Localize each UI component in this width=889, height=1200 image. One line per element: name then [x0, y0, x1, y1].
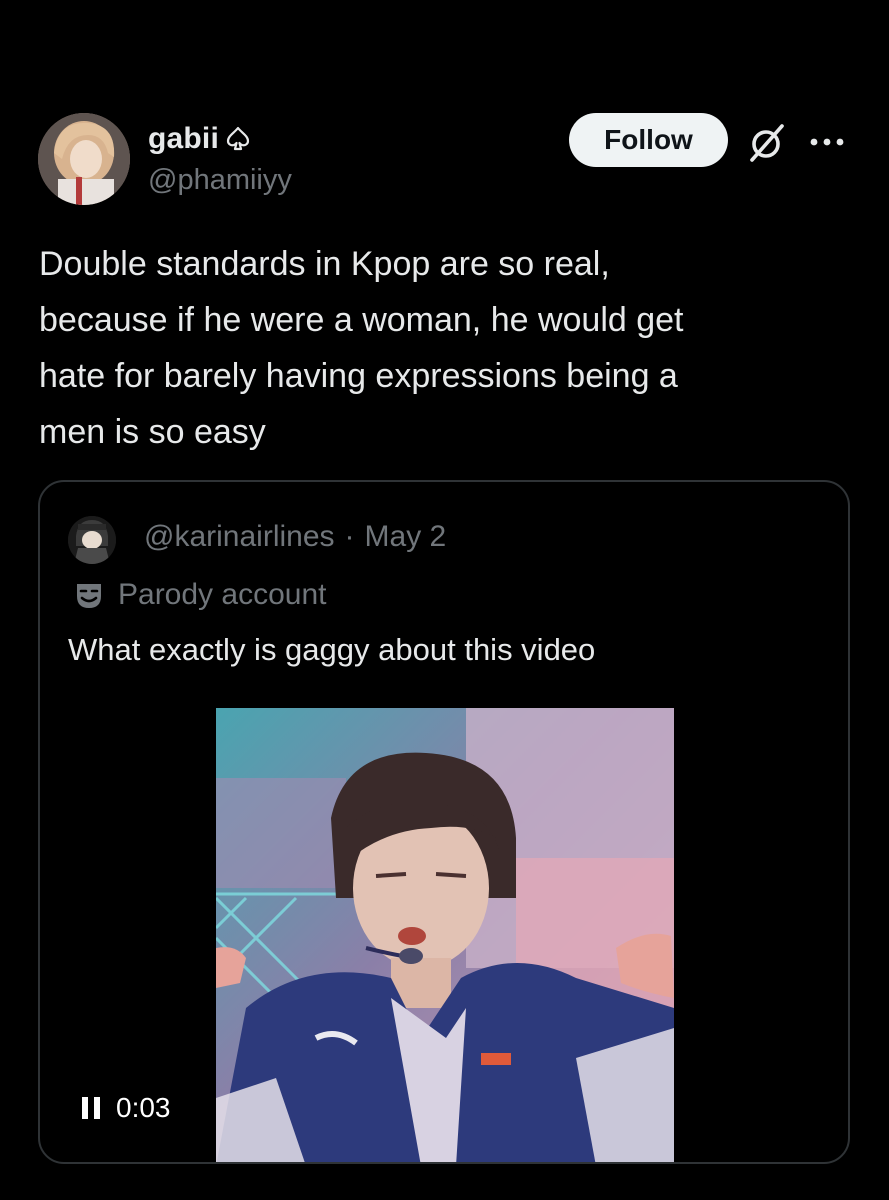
- author-avatar[interactable]: [38, 113, 130, 205]
- quoted-post-card[interactable]: @karinairlines · May 2 Parody account Wh…: [38, 480, 850, 1164]
- author-display-name[interactable]: gabii: [148, 122, 219, 156]
- theater-mask-icon: [72, 578, 106, 612]
- more-dots-icon[interactable]: [806, 130, 848, 154]
- meta-separator: ·: [344, 520, 355, 553]
- quoted-video[interactable]: [216, 708, 674, 1162]
- parody-label-row: Parody account: [72, 578, 326, 612]
- quoted-handle[interactable]: @karinairlines: [144, 520, 335, 554]
- post-text: Double standards in Kpop are so real, be…: [39, 245, 684, 451]
- author-handle[interactable]: @phamiiyy: [148, 164, 292, 197]
- post-page: gabii @phamiiyy Follow Double standards …: [0, 0, 889, 1200]
- spade-outline-icon: [223, 124, 253, 154]
- quoted-meta-row: @karinairlines · May 2: [144, 520, 446, 554]
- video-frame-image: [216, 708, 674, 1162]
- video-time: 0:03: [116, 1092, 171, 1123]
- author-name-row: gabii: [148, 122, 253, 156]
- quoted-post-text: What exactly is gaggy about this video: [68, 632, 596, 667]
- parody-account-label: Parody account: [118, 578, 327, 611]
- quoted-date[interactable]: May 2: [365, 520, 447, 554]
- author-avatar-image: [38, 113, 130, 205]
- grok-icon[interactable]: [744, 120, 790, 166]
- quoted-author-avatar[interactable]: [68, 516, 116, 564]
- follow-button[interactable]: Follow: [569, 113, 728, 167]
- quoted-author-avatar-image: [68, 516, 116, 564]
- video-controls: 0:03: [80, 1092, 171, 1124]
- pause-icon[interactable]: [80, 1094, 102, 1122]
